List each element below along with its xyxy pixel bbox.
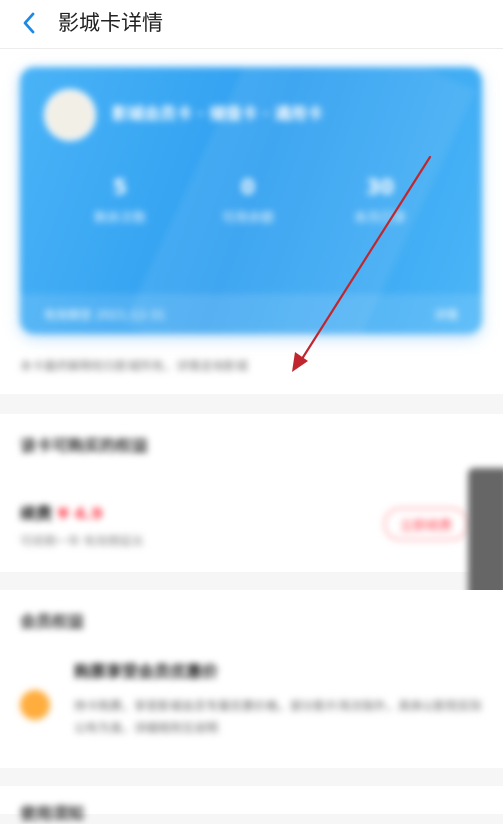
purchase-item-price: ¥ 4.9 [57,504,103,523]
card-stat-value: 5 [113,175,127,199]
purchase-item-name: 续费 [20,504,53,523]
card-detail-link[interactable]: 详情 [434,306,458,323]
floating-side-tab[interactable] [468,468,503,608]
card-stat-value: 30 [366,175,394,199]
card-expiry: 有效期至 2021-12-31 [44,308,166,322]
cinema-card[interactable]: 影城会员卡 · 储值卡 · 通用卡 5 剩余次数 0 可用余额 30 本月已享 … [20,67,482,334]
purchase-section-title: 该卡可购买的权益 [20,436,149,455]
card-stat-2: 0 可用余额 [188,175,308,226]
benefits-section-title: 会员权益 [20,612,85,631]
top-nav-bar: 影城卡详情 [0,0,503,49]
benefit-title: 购票享受会员优惠价 [74,662,219,681]
card-stat-label: 剩余次数 [93,211,146,226]
notes-section-title: 使用须知 [20,804,85,823]
cinema-avatar [44,89,96,141]
card-stat-label: 本月已享 [353,211,406,226]
renew-button[interactable]: 立即续费 [384,508,468,540]
back-button[interactable] [14,8,44,38]
card-name: 影城会员卡 · 储值卡 · 通用卡 [112,104,323,123]
card-footer: 有效期至 2021-12-31 详情 [20,294,482,334]
page-title: 影城卡详情 [58,11,163,35]
benefit-description: 持卡购票，享受影城会员专属优惠价格，部分影片场次除外，具体以影院实际公布为准，详… [74,699,483,735]
purchase-item-title: 续费 ¥ 4.9 [20,500,103,524]
purchase-item-subtitle: 可续期一年·有效期延长 [20,534,144,548]
card-stat-1: 5 剩余次数 [60,175,180,226]
card-stat-3: 30 本月已享 [320,175,440,226]
card-stat-value: 0 [241,175,255,199]
card-stat-label: 可用余额 [221,211,274,226]
chevron-left-icon [23,12,35,34]
card-notice: 本卡最终解释权归影城所有，详情咨询影城 [20,359,249,373]
benefit-icon [20,690,50,720]
